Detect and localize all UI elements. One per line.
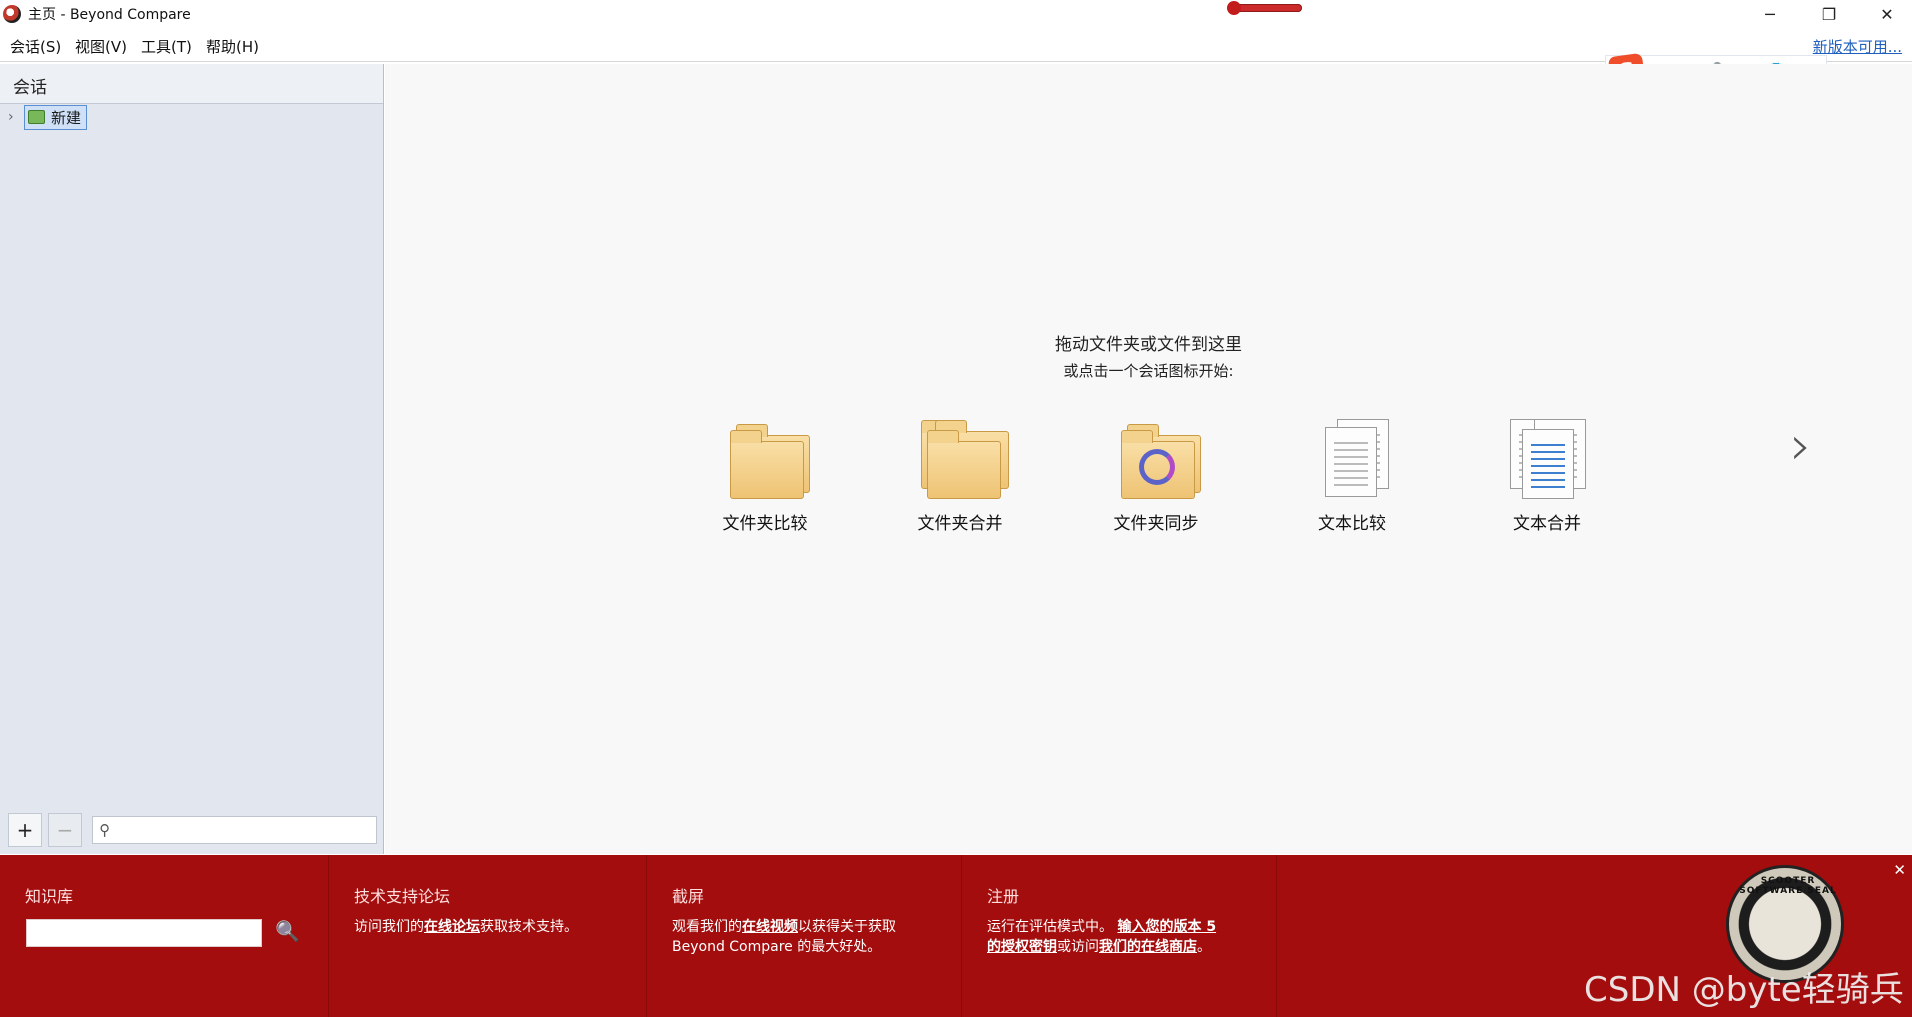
forum-link[interactable]: 在线论坛 bbox=[424, 919, 480, 935]
sidebar-header: 会话 bbox=[0, 64, 383, 104]
close-panel-button[interactable]: ✕ bbox=[1893, 861, 1906, 879]
chevron-right-icon[interactable]: › bbox=[8, 109, 24, 125]
register-text: 运行在评估模式中。 输入您的版本 5 的授权密钥或访问我们的在线商店。 bbox=[987, 919, 1217, 955]
screencast-title: 截屏 bbox=[672, 887, 705, 906]
knowledge-base-section: 知识库 🔍 bbox=[0, 855, 328, 1017]
home-main-area: 拖动文件夹或文件到这里 或点击一个会话图标开始: 文件夹比较 文件夹合并 文件夹… bbox=[385, 64, 1912, 854]
screencast-text: 观看我们的在线视频以获得关于获取 Beyond Compare 的最大好处。 bbox=[672, 919, 896, 955]
forum-section: 技术支持论坛 访问我们的在线论坛获取技术支持。 bbox=[328, 855, 646, 1017]
kb-title: 知识库 bbox=[25, 887, 74, 906]
folder-merge-icon bbox=[915, 419, 1009, 501]
license-key-link-line2[interactable]: 的授权密钥 bbox=[987, 939, 1057, 955]
new-version-link[interactable]: 新版本可用... bbox=[1813, 36, 1902, 57]
beyond-compare-logo-icon bbox=[3, 5, 21, 23]
close-window-button[interactable]: ✕ bbox=[1858, 0, 1912, 28]
tree-row-new[interactable]: › 新建 bbox=[8, 104, 88, 130]
session-label: 文件夹比较 bbox=[722, 514, 808, 534]
menu-help[interactable]: 帮助(H) bbox=[206, 36, 259, 57]
kb-search-input[interactable] bbox=[26, 919, 262, 947]
session-folder-compare[interactable]: 文件夹比较 bbox=[695, 419, 835, 534]
remove-session-button[interactable]: − bbox=[48, 813, 82, 847]
session-sidebar: 会话 › 新建 + − ⚲ bbox=[0, 64, 384, 854]
tree-node-new[interactable]: 新建 bbox=[24, 104, 88, 130]
register-title: 注册 bbox=[987, 887, 1020, 906]
title-progress-slider[interactable] bbox=[1227, 1, 1302, 15]
session-text-compare[interactable]: 文本比较 bbox=[1282, 419, 1422, 534]
window-title: 主页 - Beyond Compare bbox=[28, 7, 191, 23]
folder-compare-icon bbox=[720, 419, 810, 501]
minimize-button[interactable]: ─ bbox=[1741, 0, 1799, 28]
session-label: 文本比较 bbox=[1318, 514, 1386, 534]
menu-tools[interactable]: 工具(T) bbox=[141, 36, 192, 57]
drop-hint-secondary: 或点击一个会话图标开始: bbox=[1063, 362, 1234, 380]
search-icon[interactable]: 🔍 bbox=[275, 919, 300, 943]
chevron-right-icon[interactable]: › bbox=[1790, 414, 1812, 477]
restore-button[interactable]: ❐ bbox=[1800, 0, 1858, 28]
menu-session[interactable]: 会话(S) bbox=[10, 36, 61, 57]
session-folder-sync[interactable]: 文件夹同步 bbox=[1086, 419, 1226, 534]
tree-node-label: 新建 bbox=[51, 108, 82, 127]
text-compare-icon bbox=[1307, 419, 1397, 501]
text-merge-icon bbox=[1502, 419, 1592, 501]
session-label: 文本合并 bbox=[1513, 514, 1581, 534]
session-search-box[interactable]: ⚲ bbox=[92, 816, 377, 844]
csdn-watermark: CSDN @byte轻骑兵 bbox=[1584, 970, 1904, 1010]
screencast-section: 截屏 观看我们的在线视频以获得关于获取 Beyond Compare 的最大好处… bbox=[646, 855, 961, 1017]
forum-text: 访问我们的在线论坛获取技术支持。 bbox=[354, 919, 578, 935]
title-bar: 主页 - Beyond Compare ─ ❐ ✕ bbox=[0, 0, 1912, 28]
session-label: 文件夹同步 bbox=[1113, 514, 1199, 534]
folder-icon bbox=[28, 110, 45, 124]
register-section: 注册 运行在评估模式中。 输入您的版本 5 的授权密钥或访问我们的在线商店。 bbox=[961, 855, 1276, 1017]
session-search-input[interactable] bbox=[114, 822, 364, 838]
session-text-merge[interactable]: 文本合并 bbox=[1477, 419, 1617, 534]
session-label: 文件夹合并 bbox=[917, 514, 1003, 534]
session-folder-merge[interactable]: 文件夹合并 bbox=[890, 419, 1030, 534]
sidebar-footer: + − ⚲ bbox=[0, 806, 383, 854]
add-session-button[interactable]: + bbox=[8, 813, 42, 847]
forum-title: 技术支持论坛 bbox=[354, 887, 451, 906]
license-key-link[interactable]: 输入您的版本 5 bbox=[1117, 919, 1216, 935]
search-icon: ⚲ bbox=[99, 821, 110, 839]
online-store-link[interactable]: 我们的在线商店 bbox=[1099, 939, 1197, 955]
drop-hint-primary: 拖动文件夹或文件到这里 bbox=[1055, 335, 1242, 355]
menu-view[interactable]: 视图(V) bbox=[75, 36, 127, 57]
folder-sync-icon bbox=[1111, 419, 1201, 501]
video-link[interactable]: 在线视频 bbox=[742, 919, 798, 935]
